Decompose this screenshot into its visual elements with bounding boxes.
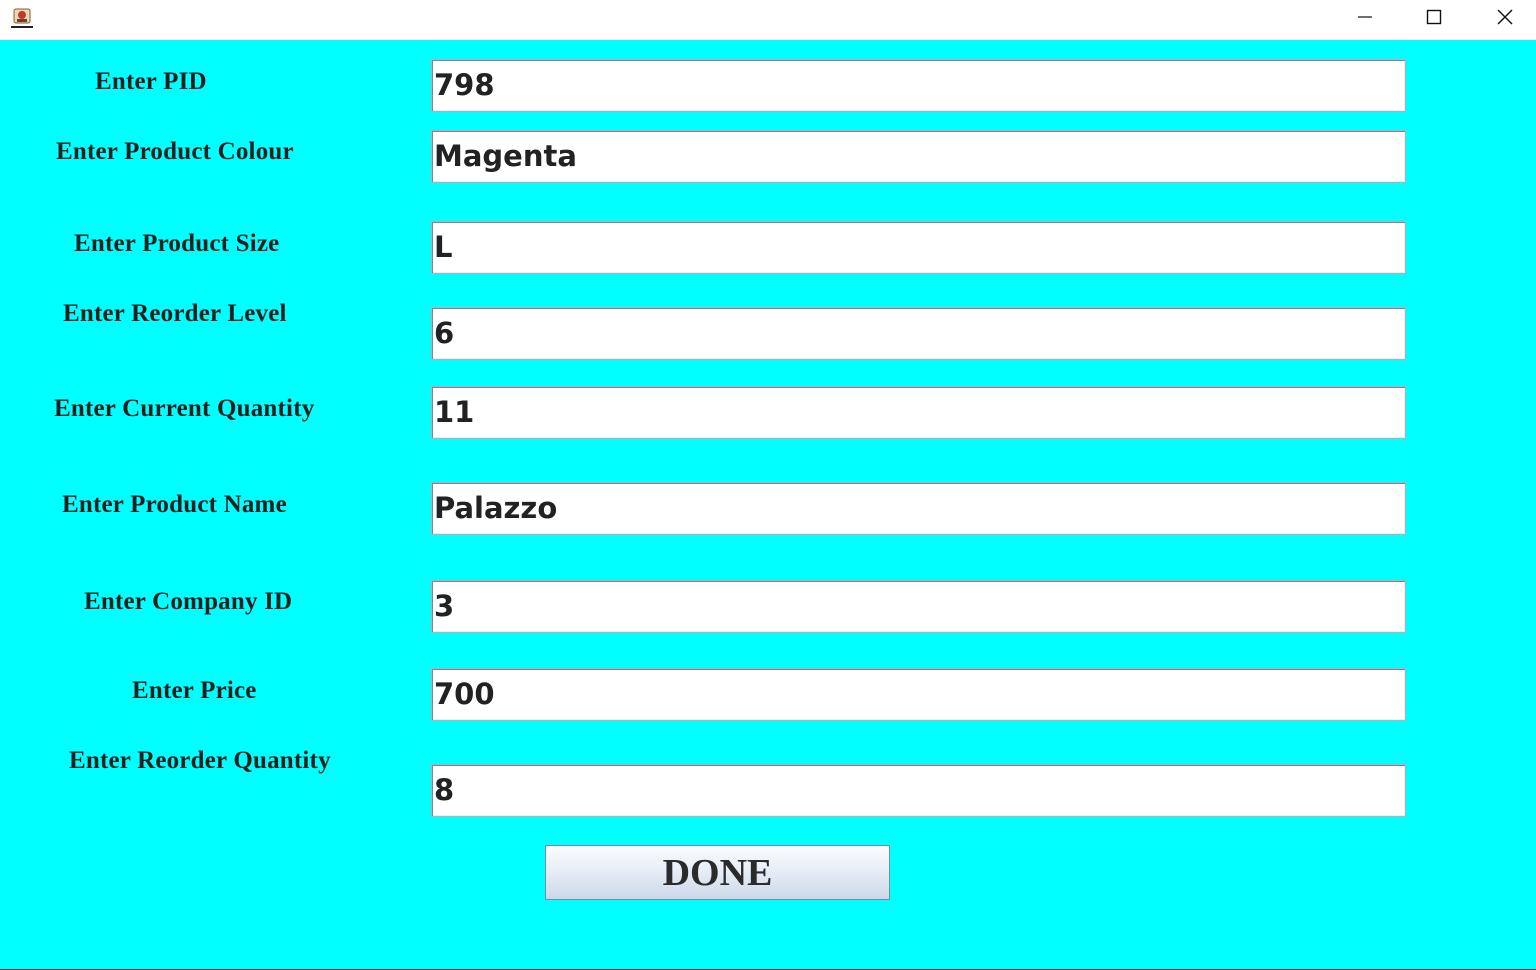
minimize-icon <box>1357 9 1373 29</box>
close-button[interactable] <box>1470 0 1536 38</box>
company-id-field[interactable] <box>431 580 1406 633</box>
product-colour-label: Enter Product Colour <box>56 138 294 165</box>
reorder-level-field[interactable] <box>431 307 1406 360</box>
app-window: Enter PID Enter Product Colour Enter Pro… <box>0 0 1536 970</box>
close-icon <box>1496 8 1514 30</box>
done-button[interactable]: DONE <box>545 845 890 900</box>
product-size-label: Enter Product Size <box>74 230 280 257</box>
product-colour-field[interactable] <box>431 130 1406 183</box>
current-quantity-label: Enter Current Quantity <box>54 395 315 422</box>
minimize-button[interactable] <box>1330 0 1400 38</box>
product-name-label: Enter Product Name <box>62 491 287 518</box>
reorder-level-label: Enter Reorder Level <box>63 300 287 327</box>
pid-field[interactable] <box>431 59 1406 112</box>
reorder-quantity-field[interactable] <box>431 764 1406 817</box>
form-panel: Enter PID Enter Product Colour Enter Pro… <box>0 40 1536 969</box>
maximize-button[interactable] <box>1399 0 1469 38</box>
app-icon <box>11 7 33 29</box>
pid-label: Enter PID <box>95 68 207 95</box>
maximize-icon <box>1426 9 1442 29</box>
product-name-field[interactable] <box>431 482 1406 535</box>
price-label: Enter Price <box>132 677 257 704</box>
price-field[interactable] <box>431 668 1406 721</box>
company-id-label: Enter Company ID <box>84 588 293 615</box>
current-quantity-field[interactable] <box>431 386 1406 439</box>
title-bar[interactable] <box>0 0 1536 40</box>
product-size-field[interactable] <box>431 221 1406 274</box>
reorder-quantity-label: Enter Reorder Quantity <box>69 747 331 774</box>
